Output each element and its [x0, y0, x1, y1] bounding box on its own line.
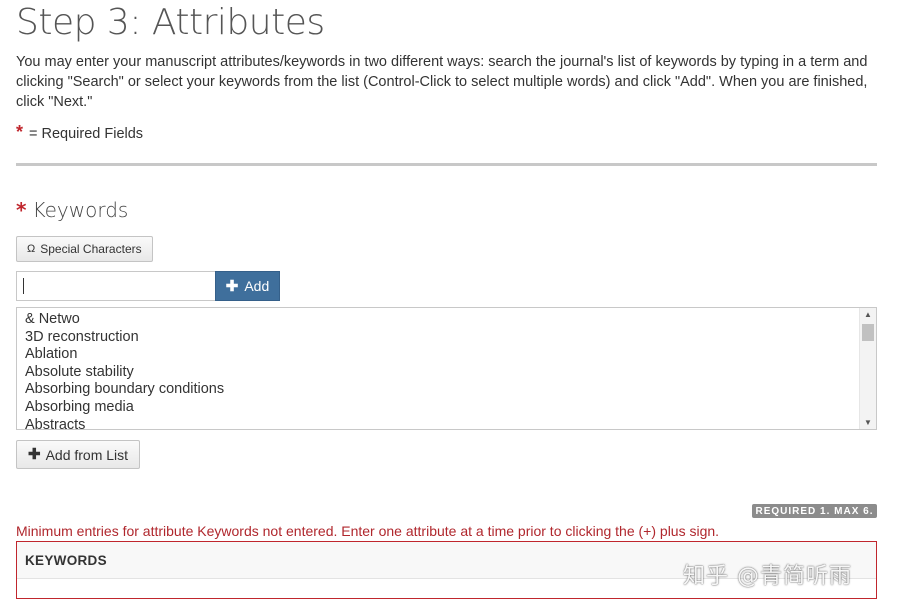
add-from-list-label: Add from List	[45, 446, 129, 463]
special-characters-label: Special Characters	[40, 242, 142, 256]
page-title: Step 3: Attributes	[16, 2, 325, 43]
keyword-search-input[interactable]	[16, 271, 215, 301]
instructions-text: You may enter your manuscript attributes…	[16, 54, 868, 110]
list-item[interactable]: Ablation	[25, 346, 224, 364]
list-item[interactable]: 3D reconstruction	[25, 329, 224, 347]
plus-icon: ✚	[28, 446, 41, 463]
required-star: *	[16, 198, 27, 222]
scroll-down-icon[interactable]: ▼	[864, 418, 872, 427]
watermark: 知乎 @青简听雨	[683, 564, 852, 589]
add-keyword-label: Add	[244, 278, 270, 294]
required-count-badge: REQUIRED 1. MAX 6.	[752, 504, 877, 518]
validation-error: Minimum entries for attribute Keywords n…	[16, 523, 720, 539]
keywords-heading-label: Keywords	[32, 198, 129, 222]
page: Step 3: Attributes You may enter your ma…	[0, 0, 902, 611]
section-divider	[16, 163, 877, 166]
add-keyword-button[interactable]: ✚ Add	[215, 271, 280, 301]
list-item[interactable]: Absorbing media	[25, 399, 224, 417]
scrollbar-thumb[interactable]	[862, 324, 874, 341]
omega-icon: Ω	[27, 243, 36, 255]
text-cursor	[23, 278, 24, 294]
required-fields-label: = Required Fields	[29, 126, 144, 142]
list-item[interactable]: Abstracts	[25, 417, 224, 429]
list-scrollbar[interactable]: ▲ ▼	[859, 308, 876, 429]
keyword-list[interactable]: & Netwo 3D reconstruction Ablation Absol…	[16, 307, 877, 430]
keywords-heading: * Keywords	[16, 198, 128, 222]
list-item[interactable]: & Netwo	[25, 311, 224, 329]
special-characters-button[interactable]: Ω Special Characters	[16, 236, 153, 262]
keyword-list-items: & Netwo 3D reconstruction Ablation Absol…	[25, 311, 224, 429]
required-star: *	[16, 122, 24, 142]
plus-icon: ✚	[225, 277, 239, 295]
add-from-list-button[interactable]: ✚ Add from List	[16, 440, 141, 469]
required-fields-note: * = Required Fields	[16, 122, 143, 143]
list-item[interactable]: Absorbing boundary conditions	[25, 381, 224, 399]
list-item[interactable]: Absolute stability	[25, 364, 224, 382]
scroll-up-icon[interactable]: ▲	[864, 310, 872, 319]
